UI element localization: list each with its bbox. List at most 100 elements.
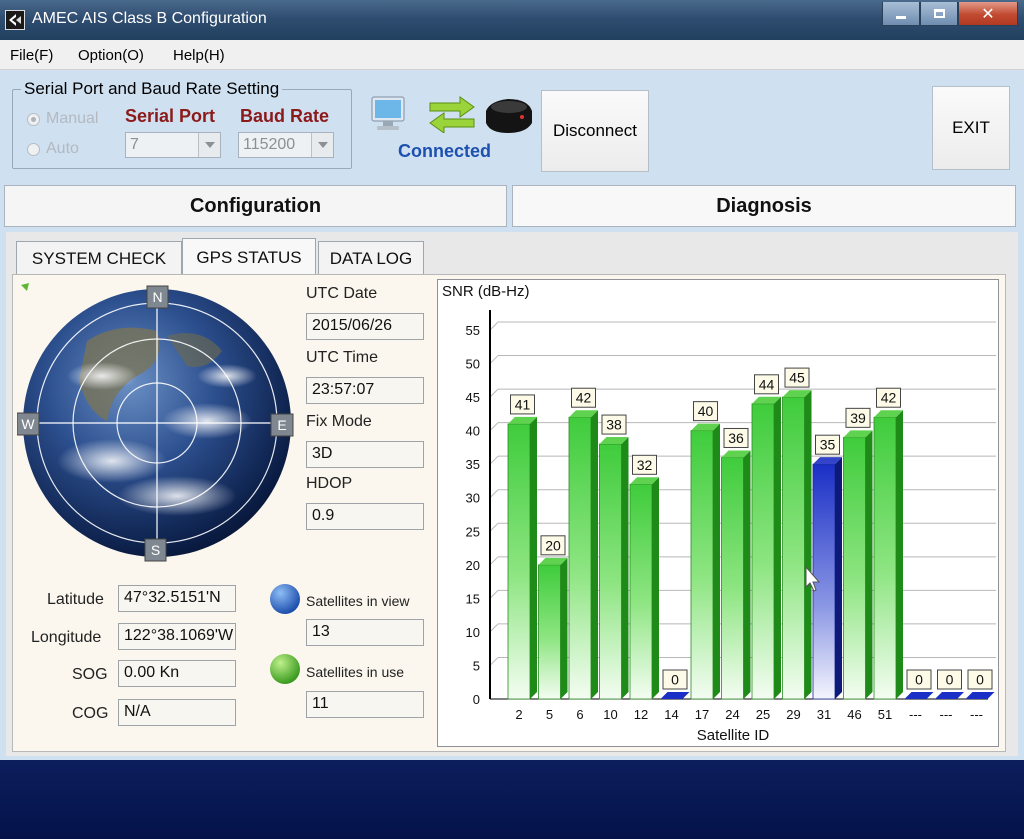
- baud-rate-label: Baud Rate: [240, 106, 330, 126]
- maximize-button[interactable]: [920, 2, 958, 26]
- tab-gps-status[interactable]: GPS STATUS: [182, 238, 316, 276]
- data-label: 32: [637, 457, 653, 473]
- computer-icon: [371, 96, 405, 130]
- mode-manual-label: Manual: [46, 110, 99, 127]
- data-label: 0: [671, 672, 679, 688]
- disconnect-button[interactable]: Disconnect: [541, 90, 649, 172]
- chevron-down-icon[interactable]: [198, 133, 220, 157]
- bar-----zero: [904, 692, 934, 699]
- x-tick-label: 17: [695, 707, 709, 722]
- bar-side: [530, 416, 537, 699]
- chevron-down-icon[interactable]: [311, 133, 333, 157]
- x-tick-label: 6: [576, 707, 583, 722]
- bar-side: [652, 477, 659, 699]
- data-label: 0: [976, 672, 984, 688]
- data-label: 36: [728, 430, 744, 446]
- radio-selected-icon: [27, 112, 40, 126]
- close-icon: ✕: [981, 5, 995, 23]
- utc-time-field: 23:57:07: [306, 377, 424, 404]
- x-tick-label: 14: [664, 707, 678, 722]
- tab-configuration[interactable]: Configuration: [4, 185, 507, 227]
- y-tick-label: 45: [466, 390, 480, 405]
- serial-port-select[interactable]: 7: [125, 132, 221, 158]
- ais-device-icon: [486, 99, 532, 133]
- satellites-in-view-field: 13: [306, 619, 424, 646]
- bar-14-zero: [660, 692, 690, 699]
- bar-25: [751, 403, 775, 700]
- bar-----zero: [965, 692, 995, 699]
- satellites-in-use-label: Satellites in use: [306, 664, 405, 680]
- baud-rate-select[interactable]: 115200: [238, 132, 334, 158]
- x-tick-label: 29: [786, 707, 800, 722]
- west-marker: W: [17, 412, 40, 436]
- utc-date-field: 2015/06/26: [306, 313, 424, 340]
- satellites-in-use-field: 11: [306, 691, 424, 718]
- tab-diagnosis[interactable]: Diagnosis: [512, 185, 1016, 227]
- radio-unselected-icon: [27, 142, 40, 156]
- x-tick-label: 12: [634, 707, 648, 722]
- menu-help[interactable]: Help(H): [173, 47, 225, 64]
- status-bar: [0, 760, 1024, 839]
- y-tick-label: 5: [473, 658, 480, 673]
- y-tick-label: 25: [466, 524, 480, 539]
- data-label: 45: [789, 370, 805, 386]
- bar-46: [843, 436, 866, 700]
- mode-auto-label: Auto: [46, 140, 79, 157]
- north-label: N: [152, 289, 162, 305]
- data-label: 39: [850, 410, 866, 426]
- mode-auto-radio[interactable]: Auto: [27, 140, 79, 158]
- bar-side: [865, 430, 873, 699]
- tab-system-check[interactable]: SYSTEM CHECK: [16, 241, 182, 275]
- y-tick-label: 20: [466, 558, 480, 573]
- x-tick-label: ---: [970, 707, 983, 722]
- west-label: W: [21, 416, 35, 432]
- bar-side: [743, 450, 751, 699]
- utc-date-label: UTC Date: [306, 285, 378, 302]
- window-title: AMEC AIS Class B Configuration: [32, 10, 267, 27]
- close-button[interactable]: ✕: [958, 2, 1018, 26]
- y-tick-label: 50: [466, 357, 480, 372]
- menu-bar: File(F) Option(O) Help(H): [0, 40, 1024, 70]
- bar-side: [560, 557, 568, 699]
- utc-time-label: UTC Time: [306, 349, 378, 366]
- connection-panel: Serial Port and Baud Rate Setting Manual…: [0, 71, 1024, 183]
- mode-manual-radio[interactable]: Manual: [27, 110, 98, 128]
- minimize-button[interactable]: [882, 2, 920, 26]
- satellites-in-view-icon: [270, 584, 300, 614]
- data-label: 35: [820, 437, 836, 453]
- east-marker: E: [270, 413, 294, 437]
- gridline-diagonal: [489, 556, 499, 566]
- menu-file[interactable]: File(F): [10, 47, 53, 64]
- north-marker: N: [146, 285, 169, 309]
- gridline-diagonal: [489, 355, 499, 364]
- satellites-in-view-label: Satellites in view: [306, 593, 410, 609]
- bar-6: [568, 416, 592, 700]
- longitude-label: Longitude: [31, 629, 102, 646]
- bar-17: [690, 430, 714, 700]
- gridline-diagonal: [489, 657, 499, 666]
- longitude-field: 122°38.1069'W: [118, 623, 236, 650]
- menu-option[interactable]: Option(O): [78, 47, 144, 64]
- fix-mode-field: 3D: [306, 441, 424, 468]
- data-label: 40: [698, 403, 714, 419]
- satellite-sky-globe: N S W E: [17, 281, 299, 567]
- y-tick-label: 40: [466, 424, 480, 439]
- maximize-icon: [933, 9, 945, 18]
- tab-data-log[interactable]: DATA LOG: [318, 241, 424, 275]
- bar-5: [538, 564, 561, 700]
- data-label: 0: [946, 672, 954, 688]
- exit-button[interactable]: EXIT: [932, 86, 1010, 170]
- cog-label: COG: [72, 705, 109, 722]
- sog-field: 0.00 Kn: [118, 660, 236, 687]
- connection-status: Connected: [398, 141, 492, 161]
- app-window: AMEC AIS Class B Configuration ✕ File(F)…: [0, 0, 1024, 839]
- data-label: 42: [576, 390, 592, 406]
- x-tick-label: 51: [878, 707, 892, 722]
- x-tick-label: 46: [847, 707, 861, 722]
- y-tick-label: 30: [466, 491, 480, 506]
- serial-settings-legend: Serial Port and Baud Rate Setting: [21, 79, 283, 99]
- bar-2: [507, 423, 531, 700]
- hdop-label: HDOP: [306, 475, 353, 492]
- y-tick-label: 10: [466, 625, 480, 640]
- x-tick-label: 24: [725, 707, 739, 722]
